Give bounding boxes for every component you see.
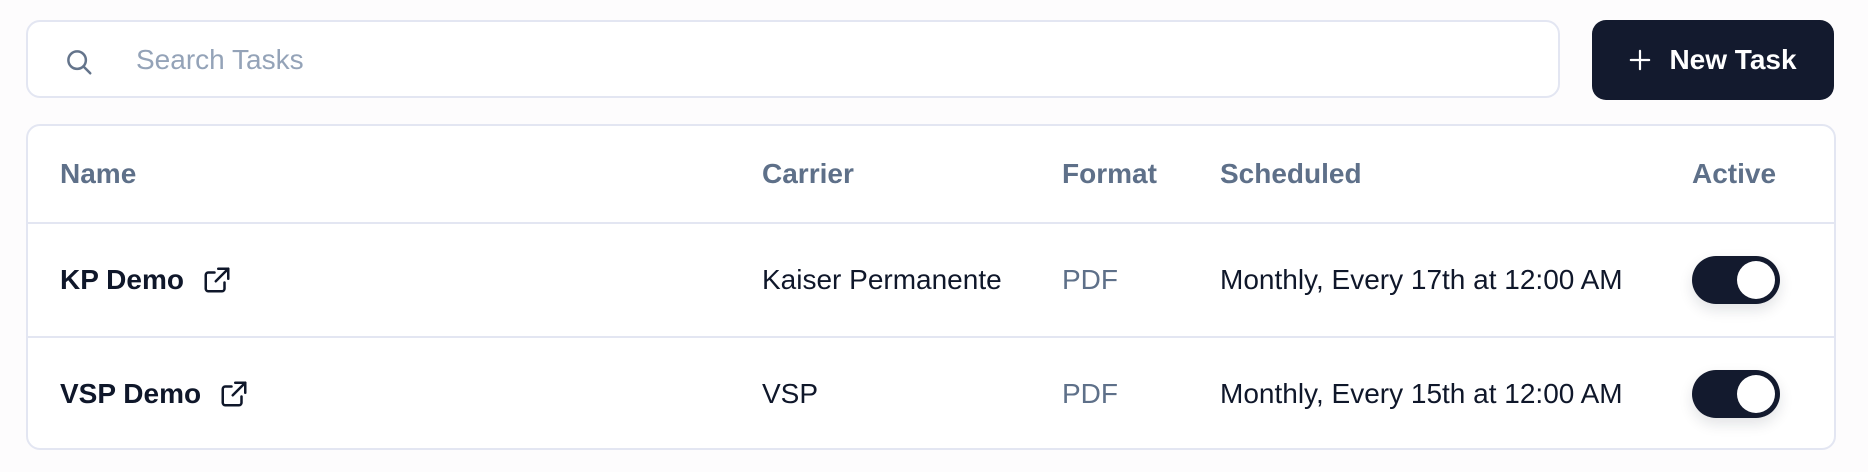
carrier-cell: Kaiser Permanente (762, 264, 1002, 295)
new-task-label: New Task (1669, 44, 1797, 75)
task-name[interactable]: KP Demo (60, 264, 184, 296)
toggle-knob (1737, 375, 1775, 413)
toggle-knob (1737, 261, 1775, 299)
external-link-icon[interactable] (219, 379, 249, 409)
task-name-cell: KP Demo (60, 224, 232, 336)
scheduled-cell: Monthly, Every 17th at 12:00 AM (1220, 264, 1623, 295)
column-header-name[interactable]: Name (60, 126, 136, 222)
external-link-icon[interactable] (202, 265, 232, 295)
column-header-carrier[interactable]: Carrier (762, 126, 854, 222)
active-toggle[interactable] (1692, 256, 1780, 304)
plus-icon (1630, 49, 1651, 71)
active-cell (1692, 224, 1780, 336)
search-bar[interactable] (26, 20, 1560, 98)
new-task-button[interactable]: New Task (1592, 20, 1834, 100)
column-header-format[interactable]: Format (1062, 126, 1157, 222)
task-name-cell: VSP Demo (60, 338, 249, 448)
format-cell: PDF (1062, 264, 1118, 295)
table-row[interactable]: KP Demo Kaiser Permanente PDF Monthly, E… (28, 224, 1834, 338)
active-cell (1692, 338, 1780, 448)
column-header-active[interactable]: Active (1692, 126, 1776, 222)
task-name[interactable]: VSP Demo (60, 378, 201, 410)
scheduled-cell: Monthly, Every 15th at 12:00 AM (1220, 378, 1623, 409)
search-icon (67, 50, 92, 75)
table-row[interactable]: VSP Demo VSP PDF Monthly, Every 15th at … (28, 338, 1834, 448)
format-cell: PDF (1062, 378, 1118, 409)
tasks-table: Name Carrier Format Scheduled Active KP … (26, 124, 1836, 450)
column-header-scheduled[interactable]: Scheduled (1220, 126, 1362, 222)
tasks-page: New Task Name Carrier Format Scheduled A… (0, 0, 1868, 472)
search-input[interactable] (134, 22, 1538, 98)
carrier-cell: VSP (762, 378, 819, 409)
table-header-row: Name Carrier Format Scheduled Active (28, 126, 1834, 224)
active-toggle[interactable] (1692, 370, 1780, 418)
